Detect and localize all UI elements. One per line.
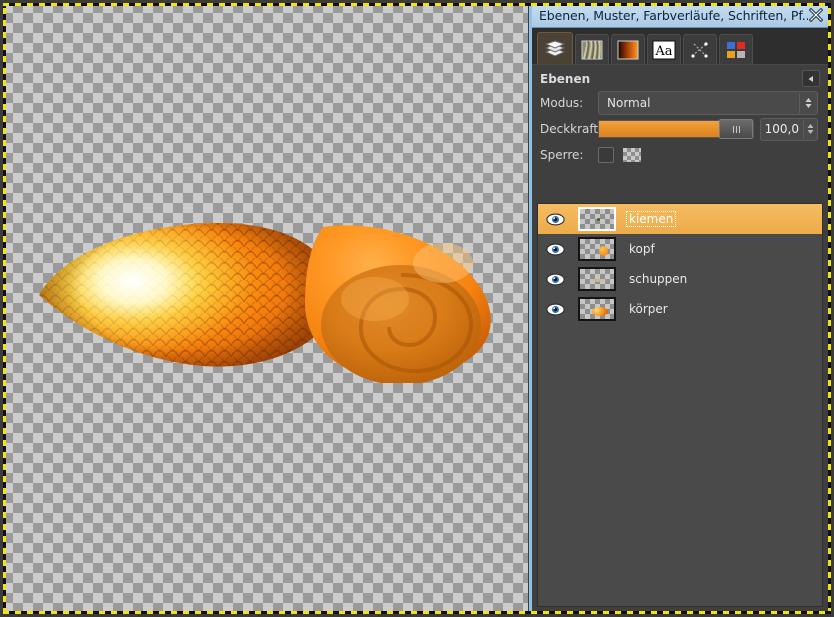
pattern-swatch-icon: [581, 40, 603, 59]
panel-titlebar[interactable]: Ebenen, Muster, Farbverläufe, Schriften,…: [532, 3, 828, 28]
svg-text:Aa: Aa: [654, 44, 672, 59]
slider-grip-icon[interactable]: [719, 119, 753, 139]
image-canvas[interactable]: [3, 3, 528, 614]
opacity-row: Deckkraft: 100,0: [532, 116, 828, 142]
layer-thumbnail: [578, 297, 616, 321]
lock-label: Sperre:: [540, 148, 584, 162]
layer-name: körper: [629, 302, 668, 316]
updown-chevron-icon: [799, 93, 817, 113]
eye-icon[interactable]: [546, 303, 578, 316]
eye-icon[interactable]: [546, 213, 578, 226]
opacity-slider[interactable]: [598, 119, 754, 139]
dock-tabstrip: Aa: [532, 29, 828, 65]
layer-thumbnail: [578, 237, 616, 261]
mode-label: Modus:: [540, 96, 584, 110]
layer-row-kiemen[interactable]: kiemen: [538, 204, 822, 234]
layer-name: schuppen: [629, 272, 688, 286]
layer-list[interactable]: kiemen kopf schuppen körper: [537, 203, 823, 607]
fish-body: [39, 222, 337, 367]
tab-fonts[interactable]: Aa: [647, 34, 681, 64]
mode-select[interactable]: Normal: [598, 91, 818, 115]
artwork-svg: [39, 222, 491, 383]
eye-icon[interactable]: [546, 273, 578, 286]
layer-thumbnail: [578, 207, 616, 231]
screen-root: Ebenen, Muster, Farbverläufe, Schriften,…: [0, 0, 834, 617]
collapse-left-arrow-icon[interactable]: [802, 70, 820, 87]
layer-row-schuppen[interactable]: schuppen: [538, 264, 822, 294]
close-icon[interactable]: [808, 7, 824, 23]
panel-body: Aa Ebenen Modus: Normal Deckkraft: 100,0…: [532, 28, 828, 611]
mode-row: Modus: Normal: [532, 90, 828, 116]
page-title: Ebenen: [540, 71, 591, 86]
lock-row: Sperre:: [532, 142, 828, 168]
layer-row-kopf[interactable]: kopf: [538, 234, 822, 264]
tab-gradients[interactable]: [611, 34, 645, 64]
tab-palettes[interactable]: [719, 34, 753, 64]
tab-layers[interactable]: [537, 32, 573, 64]
font-aa-icon: Aa: [652, 40, 676, 59]
layer-name: kopf: [629, 242, 655, 256]
mode-selected-value: Normal: [607, 96, 651, 110]
eye-icon[interactable]: [546, 243, 578, 256]
panel-title: Ebenen, Muster, Farbverläufe, Schriften,…: [539, 7, 808, 23]
canvas-artwork: [23, 203, 523, 383]
opacity-label: Deckkraft:: [540, 122, 603, 136]
opacity-spinbox[interactable]: 100,0: [760, 117, 818, 141]
opacity-value: 100,0: [764, 122, 799, 136]
lock-alpha-checker-icon[interactable]: [623, 148, 641, 162]
layer-row-koerper[interactable]: körper: [538, 294, 822, 324]
paths-icon: [691, 41, 708, 58]
layers-stack-icon: [544, 39, 566, 57]
docked-panel: Ebenen, Muster, Farbverläufe, Schriften,…: [529, 3, 831, 614]
lock-pixels-checkbox[interactable]: [598, 147, 614, 163]
gradient-icon: [617, 40, 639, 59]
tab-patterns[interactable]: [575, 34, 609, 64]
tab-paths[interactable]: [683, 34, 717, 64]
layer-thumbnail: [578, 267, 616, 291]
spinner-arrows-icon[interactable]: [803, 119, 817, 139]
shell-head: [305, 225, 491, 383]
section-header: Ebenen: [532, 67, 828, 90]
palette-squares-icon: [727, 41, 745, 58]
layer-name: kiemen: [626, 211, 677, 227]
